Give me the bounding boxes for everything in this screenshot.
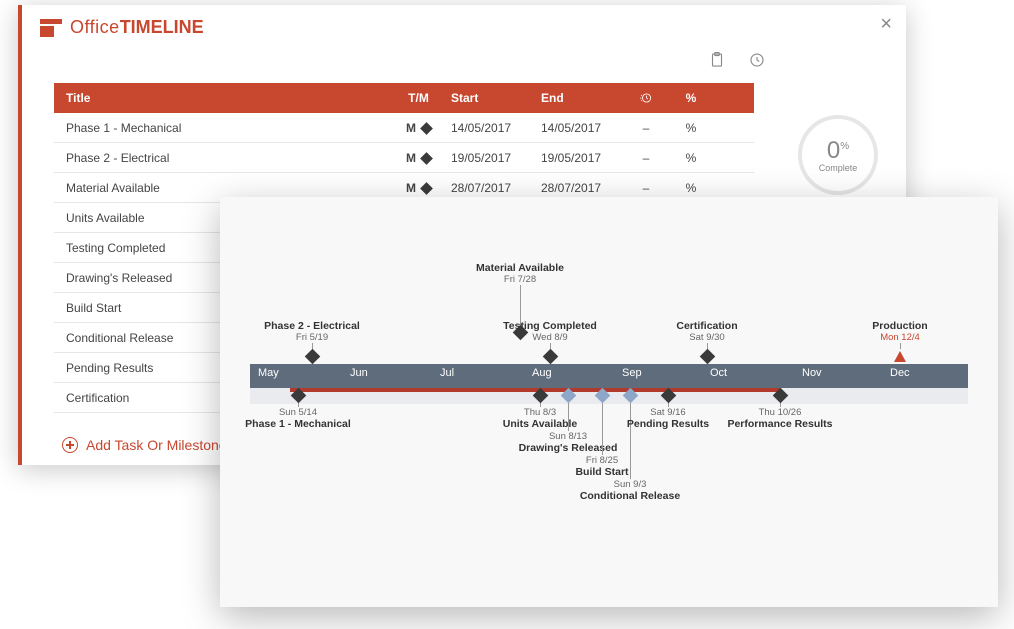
month-label: Nov (802, 367, 822, 379)
col-pct[interactable]: % (671, 91, 711, 105)
diamond-icon (304, 349, 320, 365)
cell-tm: M (396, 181, 441, 195)
month-label: Dec (890, 367, 910, 379)
cell-pct: % (671, 121, 711, 135)
cell-dash: – (621, 121, 671, 135)
diamond-icon (290, 388, 306, 404)
cell-dash: – (621, 181, 671, 195)
month-label: Jul (440, 367, 454, 379)
milestone-above: CertificationSat 9/30 (647, 320, 767, 364)
month-label: Oct (710, 367, 727, 379)
clock-icon[interactable] (748, 50, 766, 70)
grid-header: Title T/M Start End % (54, 83, 754, 113)
cell-title: Material Available (66, 181, 396, 195)
cell-start: 14/05/2017 (441, 121, 531, 135)
table-row[interactable]: Phase 2 - ElectricalM19/05/201719/05/201… (54, 143, 754, 173)
logo-text: OfficeTIMELINE (70, 17, 204, 38)
plus-icon (62, 437, 78, 453)
diamond-icon (542, 349, 558, 365)
recent-icon (639, 91, 653, 105)
col-tm[interactable]: T/M (396, 91, 441, 105)
cell-end: 28/07/2017 (531, 181, 621, 195)
cell-start: 19/05/2017 (441, 151, 531, 165)
table-row[interactable]: Phase 1 - MechanicalM14/05/201714/05/201… (54, 113, 754, 143)
logo-word-light: Office (70, 17, 120, 37)
toolbar-icons (708, 50, 766, 70)
cell-pct: % (671, 181, 711, 195)
cell-tm: M (396, 151, 441, 165)
milestone-below: Thu 10/26Performance Results (720, 388, 840, 430)
col-start[interactable]: Start (441, 91, 531, 105)
milestone-below: Sun 5/14Phase 1 - Mechanical (238, 388, 358, 430)
col-recent[interactable] (621, 91, 671, 106)
month-label: Jun (350, 367, 368, 379)
add-task-button[interactable]: Add Task Or Milestone (62, 437, 227, 453)
logo-icon (40, 19, 62, 37)
milestone-above: Phase 2 - ElectricalFri 5/19 (252, 320, 372, 364)
month-label: Aug (532, 367, 552, 379)
cell-title: Phase 2 - Electrical (66, 151, 396, 165)
add-task-label: Add Task Or Milestone (86, 437, 227, 453)
cell-title: Phase 1 - Mechanical (66, 121, 396, 135)
diamond-icon (420, 122, 433, 135)
month-label: Sep (622, 367, 642, 379)
diamond-icon (420, 152, 433, 165)
cell-end: 14/05/2017 (531, 121, 621, 135)
progress-label: Complete (819, 163, 858, 173)
cell-dash: – (621, 151, 671, 165)
milestone-above: ProductionMon 12/4 (840, 320, 960, 364)
col-title[interactable]: Title (66, 91, 396, 105)
cell-end: 19/05/2017 (531, 151, 621, 165)
diamond-icon (420, 182, 433, 195)
diamond-icon (772, 388, 788, 404)
cell-tm: M (396, 121, 441, 135)
app-logo: OfficeTIMELINE (40, 17, 204, 38)
milestone-below: Sat 9/16Pending Results (608, 388, 728, 430)
progress-ring: 0% Complete (798, 115, 878, 195)
cell-pct: % (671, 151, 711, 165)
cell-start: 28/07/2017 (441, 181, 531, 195)
col-end[interactable]: End (531, 91, 621, 105)
diamond-icon (699, 349, 715, 365)
clipboard-icon[interactable] (708, 50, 726, 70)
month-label: May (258, 367, 279, 379)
logo-word-bold: TIMELINE (120, 17, 204, 37)
progress-unit: % (840, 141, 849, 152)
progress-value: 0 (827, 137, 840, 164)
triangle-icon (894, 351, 906, 362)
diamond-icon (660, 388, 676, 404)
timeline-preview: May Jun Jul Aug Sep Oct Nov Dec Phase 2 - Elect… (220, 197, 998, 607)
close-icon[interactable]: × (880, 13, 892, 36)
milestone-above: Testing CompletedWed 8/9 (490, 320, 610, 364)
